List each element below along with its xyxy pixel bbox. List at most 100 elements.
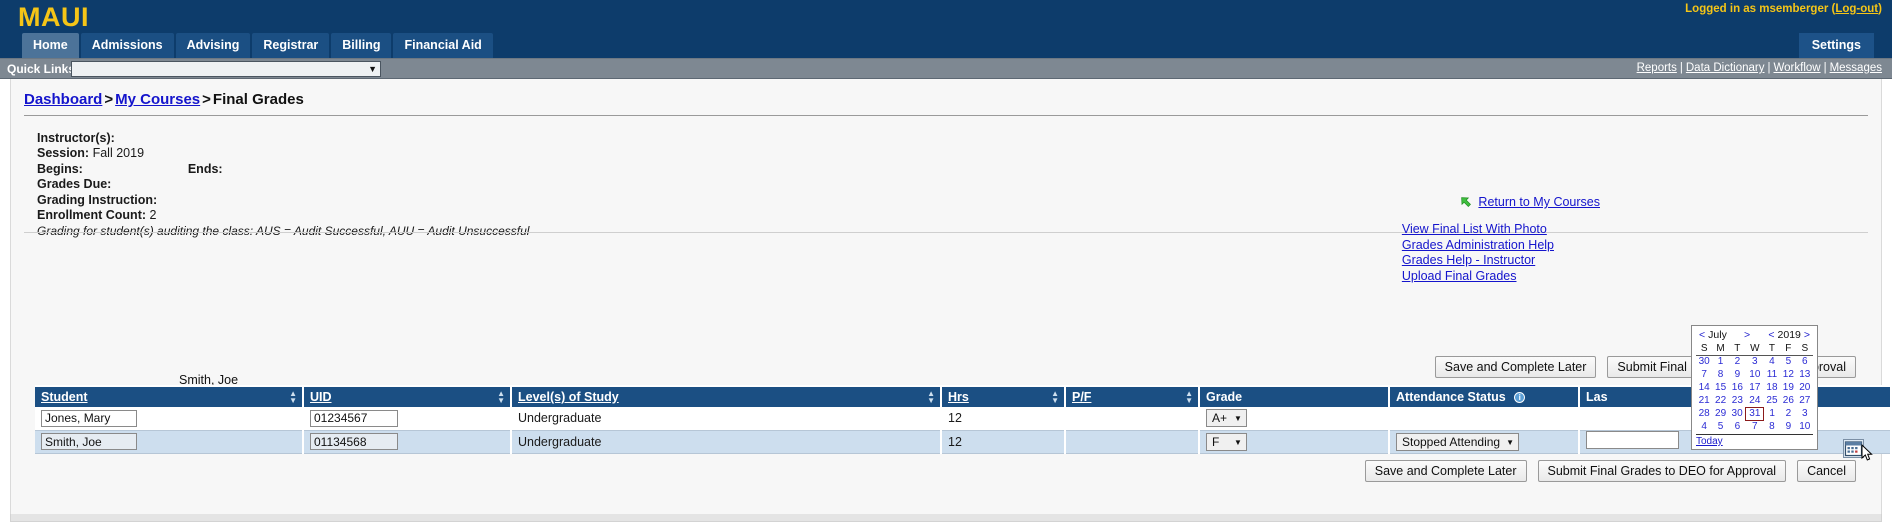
- save-and-complete-later-button[interactable]: Save and Complete Later: [1364, 460, 1527, 482]
- tab-home[interactable]: Home: [22, 33, 79, 58]
- calendar-day[interactable]: 6: [1797, 355, 1813, 368]
- cancel-button[interactable]: Cancel: [1797, 460, 1856, 482]
- calendar-day[interactable]: 11: [1764, 368, 1780, 381]
- calendar-day[interactable]: 1: [1764, 407, 1780, 420]
- tab-admissions[interactable]: Admissions: [80, 33, 174, 58]
- view-final-list-with-photo-link[interactable]: View Final List With Photo: [1402, 222, 1554, 238]
- calendar-picker-button[interactable]: [1843, 439, 1864, 458]
- sort-arrows-icon[interactable]: ▲ ▼: [1051, 390, 1059, 405]
- column-header-uid[interactable]: UID ▲ ▼: [303, 385, 512, 407]
- next-year-button[interactable]: >: [1802, 329, 1812, 341]
- calendar-day[interactable]: 27: [1797, 394, 1813, 407]
- calendar-day[interactable]: 4: [1764, 355, 1780, 368]
- tab-advising[interactable]: Advising: [175, 33, 251, 58]
- quicklinks-select[interactable]: ▼: [71, 61, 381, 77]
- tab-financial-aid[interactable]: Financial Aid: [393, 33, 493, 58]
- today-link[interactable]: Today: [1696, 436, 1723, 447]
- info-icon[interactable]: i: [1514, 392, 1526, 403]
- logout-link[interactable]: Log-out: [1835, 3, 1878, 15]
- calendar-day[interactable]: 20: [1797, 381, 1813, 394]
- grades-help-instructor-link[interactable]: Grades Help - Instructor: [1402, 253, 1554, 269]
- calendar-day[interactable]: 17: [1746, 381, 1764, 394]
- calendar-day[interactable]: 13: [1797, 368, 1813, 381]
- table-header-row: Student ▲ ▼ UID ▲ ▼ Level(s) of Study ▲ ▼: [35, 385, 1892, 407]
- calendar-day[interactable]: 7: [1696, 368, 1712, 381]
- cell-level: Undergraduate: [511, 407, 942, 431]
- calendar-day[interactable]: 15: [1712, 381, 1728, 394]
- table-row: Undergraduate 12 A+▼: [35, 407, 1892, 431]
- uid-input[interactable]: [310, 433, 398, 450]
- sort-arrows-icon[interactable]: ▲ ▼: [497, 390, 505, 405]
- calendar-day[interactable]: 3: [1797, 407, 1813, 420]
- tab-billing[interactable]: Billing: [331, 33, 392, 58]
- calendar-day[interactable]: 30: [1696, 355, 1712, 368]
- calendar-day[interactable]: 18: [1764, 381, 1780, 394]
- grade-select[interactable]: A+ ▼: [1206, 409, 1247, 428]
- upload-final-grades-link[interactable]: Upload Final Grades: [1402, 269, 1554, 285]
- breadcrumb-my-courses[interactable]: My Courses: [115, 91, 200, 108]
- student-name-input[interactable]: [41, 409, 137, 427]
- grade-select[interactable]: F ▼: [1206, 432, 1247, 451]
- cell-student: [35, 430, 304, 454]
- calendar-day-selected[interactable]: 31: [1745, 406, 1765, 421]
- breadcrumb-dashboard[interactable]: Dashboard: [24, 91, 102, 108]
- calendar-day[interactable]: 5: [1712, 420, 1728, 433]
- calendar-day[interactable]: 25: [1764, 394, 1780, 407]
- data-dictionary-link[interactable]: Data Dictionary: [1686, 62, 1765, 74]
- reports-link[interactable]: Reports: [1637, 62, 1677, 74]
- calendar-day[interactable]: 29: [1712, 407, 1728, 420]
- submit-final-grades-button[interactable]: Submit Final Grades to DEO for Approval: [1537, 460, 1787, 482]
- calendar-day[interactable]: 19: [1780, 381, 1796, 394]
- calendar-day[interactable]: 24: [1746, 394, 1764, 407]
- sort-arrows-icon[interactable]: ▲ ▼: [1185, 390, 1193, 405]
- calendar-day[interactable]: 8: [1764, 420, 1780, 433]
- calendar-day[interactable]: 9: [1780, 420, 1796, 433]
- column-header-hrs[interactable]: Hrs ▲ ▼: [941, 385, 1066, 407]
- column-header-level-of-study[interactable]: Level(s) of Study ▲ ▼: [511, 385, 942, 407]
- workflow-link[interactable]: Workflow: [1774, 62, 1821, 74]
- calendar-day[interactable]: 1: [1712, 355, 1728, 368]
- calendar-day[interactable]: 30: [1729, 407, 1746, 420]
- grades-administration-help-link[interactable]: Grades Administration Help: [1402, 238, 1554, 254]
- calendar-day[interactable]: 28: [1696, 407, 1712, 420]
- calendar-day[interactable]: 12: [1780, 368, 1796, 381]
- save-and-complete-later-button-top[interactable]: Save and Complete Later: [1434, 356, 1597, 378]
- prev-year-button[interactable]: <: [1766, 329, 1776, 341]
- attendance-status-select[interactable]: Stopped Attending ▼: [1396, 432, 1520, 451]
- calendar-day[interactable]: 16: [1729, 381, 1746, 394]
- calendar-day[interactable]: 21: [1696, 394, 1712, 407]
- calendar-day[interactable]: 9: [1729, 368, 1746, 381]
- next-month-button[interactable]: >: [1742, 329, 1752, 341]
- prev-month-button[interactable]: <: [1697, 329, 1707, 341]
- return-to-my-courses[interactable]: Return to My Courses: [1458, 195, 1600, 209]
- calendar-day[interactable]: 5: [1780, 355, 1796, 368]
- sort-arrows-icon[interactable]: ▲ ▼: [289, 390, 297, 405]
- calendar-day[interactable]: 23: [1729, 394, 1746, 407]
- student-name-input[interactable]: [41, 433, 137, 450]
- calendar-day[interactable]: 4: [1696, 420, 1712, 433]
- final-grades-table-wrapper: Student ▲ ▼ UID ▲ ▼ Level(s) of Study ▲ ▼: [35, 385, 1892, 454]
- calendar-day[interactable]: 2: [1729, 355, 1746, 368]
- column-header-student[interactable]: Student ▲ ▼: [35, 385, 304, 407]
- settings-button[interactable]: Settings: [1798, 33, 1874, 58]
- calendar-day[interactable]: 6: [1729, 420, 1746, 433]
- calendar-day[interactable]: 8: [1712, 368, 1728, 381]
- calendar-day[interactable]: 7: [1746, 420, 1764, 433]
- calendar-day[interactable]: 14: [1696, 381, 1712, 394]
- calendar-day[interactable]: 10: [1746, 368, 1764, 381]
- uid-input[interactable]: [310, 409, 398, 427]
- return-to-my-courses-link[interactable]: Return to My Courses: [1478, 195, 1600, 209]
- calendar-day[interactable]: 3: [1746, 355, 1764, 368]
- return-arrow-icon: [1458, 195, 1471, 208]
- sort-arrows-icon[interactable]: ▲ ▼: [927, 390, 935, 405]
- last-date-attended-input[interactable]: [1586, 431, 1679, 449]
- calendar-day[interactable]: 10: [1797, 420, 1813, 433]
- column-header-pf[interactable]: P/F ▲ ▼: [1065, 385, 1200, 407]
- tab-registrar[interactable]: Registrar: [252, 33, 330, 58]
- calendar-day[interactable]: 26: [1780, 394, 1796, 407]
- calendar-day[interactable]: 22: [1712, 394, 1728, 407]
- calendar-day[interactable]: 2: [1780, 407, 1796, 420]
- messages-link[interactable]: Messages: [1830, 62, 1882, 74]
- weekday-header: T: [1763, 343, 1781, 356]
- final-grades-table: Student ▲ ▼ UID ▲ ▼ Level(s) of Study ▲ ▼: [35, 385, 1892, 454]
